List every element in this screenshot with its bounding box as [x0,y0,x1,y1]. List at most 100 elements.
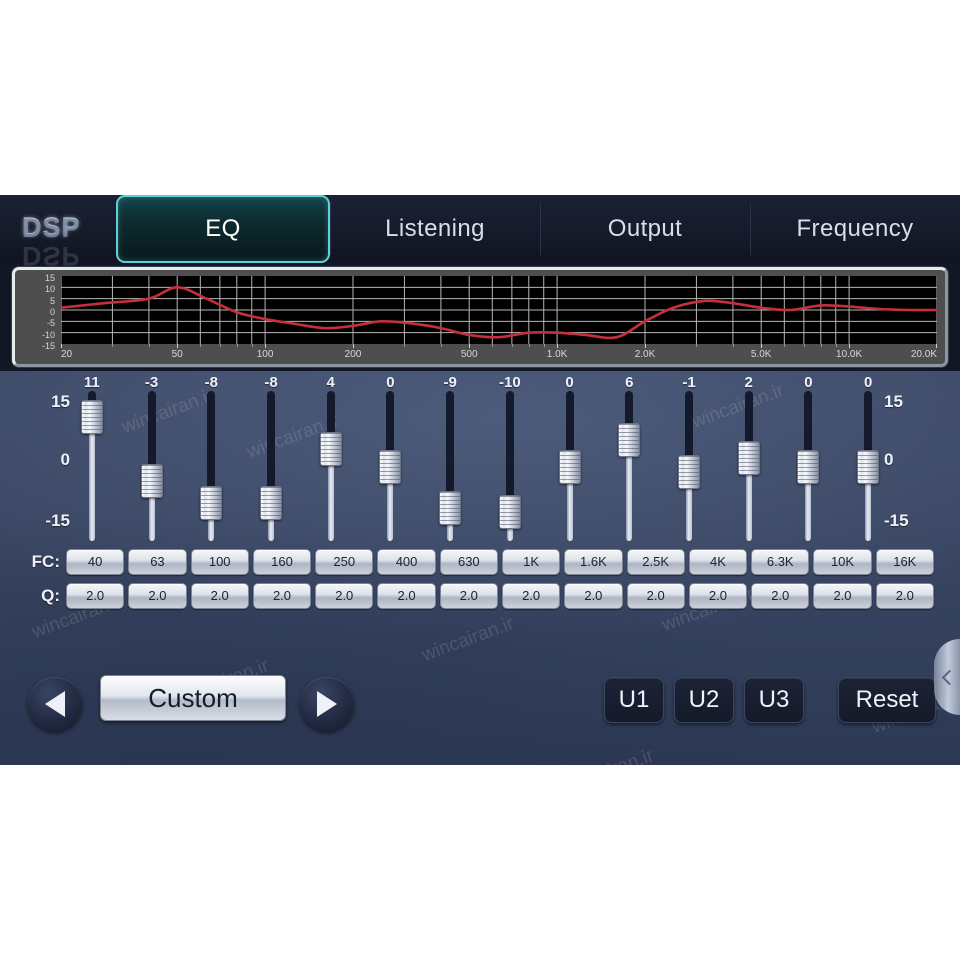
tab-output[interactable]: Output [540,195,750,263]
graph-x-tick-mark [353,344,354,348]
user-preset-u1-button[interactable]: U1 [604,677,664,723]
slider-track-upper [744,391,753,447]
triangle-left-icon [45,691,65,717]
q-cell[interactable]: 2.0 [66,583,125,609]
eq-slider-16k[interactable] [855,391,881,541]
fc-row: FC: 40 63 100 160 250 400 630 1K 1.6K 2.5K 4K 6.3K 1… [0,549,960,577]
fc-cell[interactable]: 250 [315,549,374,575]
tab-bar: DSP DSP EQ Listening Output Frequency [0,195,960,267]
preset-next-button[interactable] [300,677,354,731]
slider-thumb[interactable] [678,454,700,489]
q-cell[interactable]: 2.0 [688,583,748,609]
eq-slider-63[interactable] [139,391,165,541]
q-cell[interactable]: 2.0 [564,583,623,609]
tab-frequency[interactable]: Frequency [750,195,960,263]
fc-cell[interactable]: 160 [252,549,312,575]
q-cell[interactable]: 2.0 [315,583,374,609]
fc-cell[interactable]: 630 [439,549,498,575]
slider-track-upper [147,391,156,470]
q-row: Q: 2.0 2.0 2.0 2.0 2.0 2.0 2.0 2.0 2.0 2.0 2.0 2.0 2… [0,583,960,611]
fc-cell[interactable]: 2.5K [626,549,685,575]
slider-track-upper [565,391,574,456]
preset-name-button[interactable]: Custom [100,675,286,721]
band-value-label: 0 [863,374,873,391]
fc-cell[interactable]: 100 [190,549,249,575]
tab-eq[interactable]: EQ [116,195,330,263]
graph-x-tick-mark [61,344,62,348]
slider-thumb[interactable] [140,463,163,498]
eq-slider-40[interactable] [79,391,105,541]
user-preset-u2-button[interactable]: U2 [674,677,734,723]
slider-thumb[interactable] [80,400,103,435]
eq-slider-250[interactable] [318,391,344,541]
q-cell[interactable]: 2.0 [190,583,249,609]
eq-slider-4k[interactable] [676,391,702,541]
fc-cell[interactable]: 16K [875,549,934,575]
q-cell[interactable]: 2.0 [252,583,312,609]
graph-x-minor-tick [219,344,221,347]
q-cell[interactable]: 2.0 [128,583,187,609]
q-cell[interactable]: 2.0 [501,583,561,609]
eq-slider-1.6k[interactable] [557,391,583,541]
watermark-text: wincairan.ir [419,613,517,666]
slider-thumb[interactable] [558,450,581,484]
slider-thumb[interactable] [439,490,462,525]
graph-x-tick-label: 10.0K [836,349,863,360]
tab-label: Output [607,215,683,242]
eq-graph-panel: 15 10 5 0 -5 -10 -15 20 50 100 200 500 1.0K 2.0K 5.0K… [12,267,948,367]
eq-slider-160[interactable] [258,391,284,541]
chevron-left-icon [941,669,957,685]
fc-cell[interactable]: 10K [813,549,872,575]
eq-slider-group [62,391,898,541]
slider-thumb[interactable] [319,431,342,466]
fc-cell[interactable]: 1K [501,549,561,575]
q-cell[interactable]: 2.0 [813,583,872,609]
q-cell[interactable]: 2.0 [439,583,498,609]
preset-name-label: Custom [148,682,238,713]
slider-thumb[interactable] [260,486,282,521]
slider-thumb[interactable] [379,450,402,484]
fc-cell[interactable]: 40 [66,549,125,575]
band-value-label: 0 [804,374,813,391]
graph-x-minor-tick [251,344,253,347]
graph-y-tick: -5 [46,318,55,329]
fc-cell[interactable]: 4K [688,549,748,575]
graph-x-axis: 20 50 100 200 500 1.0K 2.0K 5.0K 10.0K 20.0K [61,344,937,364]
fc-cell[interactable]: 1.6K [564,549,623,575]
graph-x-tick-mark [645,344,646,348]
eq-slider-630[interactable] [437,391,463,541]
eq-slider-400[interactable] [377,391,403,541]
band-value-label: 2 [744,374,753,391]
q-cell[interactable]: 2.0 [377,583,436,609]
slider-thumb[interactable] [498,495,521,530]
tab-listening[interactable]: Listening [330,195,540,263]
reset-button[interactable]: Reset [838,677,936,723]
tab-label: Frequency [796,215,914,242]
preset-prev-button[interactable] [28,677,82,731]
fc-cell[interactable]: 63 [128,549,187,575]
graph-x-tick-mark [469,344,471,348]
eq-slider-100[interactable] [198,391,224,541]
eq-slider-1k[interactable] [497,391,523,541]
eq-slider-6.3k[interactable] [736,391,762,541]
eq-slider-10k[interactable] [795,391,821,541]
panel-collapse-handle[interactable] [934,639,960,715]
slider-thumb[interactable] [857,450,880,484]
graph-x-minor-tick [543,344,545,347]
slider-thumb[interactable] [797,450,820,484]
q-cell[interactable]: 2.0 [626,583,685,609]
slider-thumb[interactable] [200,486,223,521]
slider-thumb[interactable] [618,422,641,457]
user-preset-u3-button[interactable]: U3 [744,677,804,723]
dsp-eq-app: DSP DSP EQ Listening Output Frequency 15 10 5… [0,195,960,765]
slider-thumb[interactable] [737,440,760,475]
fc-cell[interactable]: 400 [377,549,436,575]
bottom-toolbar: Custom U1 U2 U3 Reset [0,667,960,765]
eq-slider-2.5k[interactable] [616,391,642,541]
band-value-label: -8 [204,374,218,391]
q-cell[interactable]: 2.0 [751,583,810,609]
graph-x-tick-mark [761,344,763,348]
user-preset-u2-label: U2 [688,686,720,713]
q-cell[interactable]: 2.0 [875,583,934,609]
fc-cell[interactable]: 6.3K [751,549,810,575]
